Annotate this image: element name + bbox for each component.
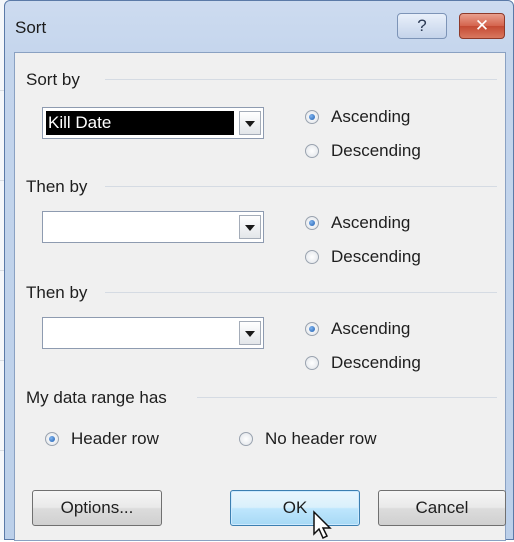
then-by-value-1 — [46, 215, 234, 239]
dialog-title: Sort — [15, 18, 47, 37]
group-divider — [197, 397, 497, 398]
radio-unchecked-icon — [305, 144, 319, 158]
chevron-down-icon[interactable] — [239, 321, 261, 345]
then-by-combo-1[interactable] — [42, 211, 264, 243]
then-by-label: Then by — [26, 177, 94, 197]
radio-unchecked-icon — [305, 250, 319, 264]
then-by-combo-2[interactable] — [42, 317, 264, 349]
then-by-1-descending-label: Descending — [331, 247, 421, 266]
help-icon: ? — [417, 16, 427, 35]
close-button[interactable]: ✕ — [459, 13, 505, 39]
sort-by-descending-label: Descending — [331, 141, 421, 160]
radio-unchecked-icon — [305, 356, 319, 370]
sort-by-label: Sort by — [26, 70, 86, 90]
then-by-2-descending-label: Descending — [331, 353, 421, 372]
sort-by-value: Kill Date — [46, 111, 234, 135]
data-range-label: My data range has — [26, 388, 173, 408]
chevron-down-icon[interactable] — [239, 215, 261, 239]
chevron-down-icon[interactable] — [239, 111, 261, 135]
dialog-body: Sort by Kill Date Ascending Descending T… — [14, 52, 506, 541]
header-row-label: Header row — [71, 429, 159, 448]
close-icon: ✕ — [474, 16, 490, 35]
cancel-button[interactable]: Cancel — [378, 490, 506, 526]
options-button[interactable]: Options... — [32, 490, 162, 526]
sort-by-combo[interactable]: Kill Date — [42, 107, 264, 139]
radio-checked-icon — [305, 216, 319, 230]
then-by-value-2 — [46, 321, 234, 345]
group-divider — [105, 292, 497, 293]
sort-dialog: Sort ? ✕ Sort by Kill Date Ascending Des… — [4, 0, 514, 541]
no-header-row-label: No header row — [265, 429, 377, 448]
group-divider — [105, 79, 497, 80]
then-by-2-ascending-label: Ascending — [331, 319, 411, 338]
mouse-cursor-icon — [313, 510, 332, 540]
then-by-label-2: Then by — [26, 283, 94, 303]
help-button[interactable]: ? — [397, 13, 447, 39]
radio-checked-icon — [305, 322, 319, 336]
group-divider — [105, 186, 497, 187]
sort-by-ascending-label: Ascending — [331, 107, 411, 126]
radio-unchecked-icon — [239, 432, 253, 446]
radio-checked-icon — [305, 110, 319, 124]
radio-checked-icon — [45, 432, 59, 446]
then-by-1-ascending-label: Ascending — [331, 213, 411, 232]
title-bar[interactable]: Sort ? ✕ — [5, 1, 513, 49]
